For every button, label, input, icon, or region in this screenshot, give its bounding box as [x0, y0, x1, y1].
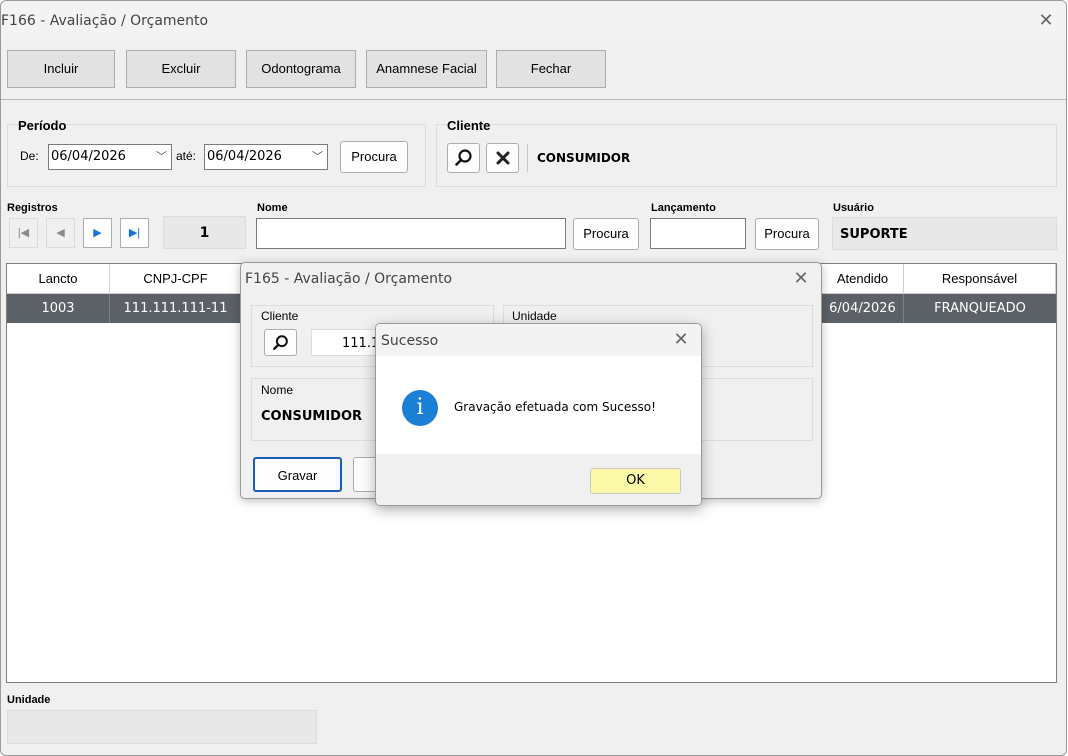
col-header-cnpj[interactable]: CNPJ-CPF [110, 264, 242, 294]
cliente-clear-button[interactable] [486, 143, 519, 173]
chevron-down-icon: ﹀ [312, 150, 323, 163]
cliente-group [436, 124, 1057, 187]
excluir-button[interactable]: Excluir [126, 50, 236, 88]
success-message: Gravação efetuada com Sucesso! [454, 400, 656, 414]
to-date-picker[interactable]: 06/04/2026 ﹀ [204, 144, 328, 170]
prev-icon: ◀ [56, 227, 65, 239]
f165-title: F165 - Avaliação / Orçamento [245, 271, 453, 287]
f165-cliente-label: Cliente [261, 309, 299, 323]
cliente-divider [527, 144, 528, 172]
gravar-button[interactable]: Gravar [253, 457, 342, 492]
info-icon: i [402, 390, 438, 426]
f165-close-button[interactable]: ✕ [786, 268, 816, 289]
nome-label: Nome [257, 202, 288, 214]
next-record-button[interactable]: ▶ [83, 218, 112, 248]
col-header-lancto[interactable]: Lancto [7, 264, 110, 294]
last-record-button[interactable]: ▶| [120, 218, 149, 248]
odontograma-button[interactable]: Odontograma [246, 50, 356, 88]
nome-search-button[interactable]: Procura [573, 218, 639, 250]
f165-nome-value: CONSUMIDOR [261, 409, 363, 424]
last-icon: ▶| [128, 227, 141, 239]
cell-responsavel: FRANQUEADO [904, 294, 1056, 323]
anamnese-facial-button[interactable]: Anamnese Facial [366, 50, 487, 88]
cliente-heading: Cliente [447, 118, 491, 133]
col-header-atendido[interactable]: Atendido [822, 264, 904, 294]
f165-nome-label: Nome [261, 383, 294, 397]
unidade-label: Unidade [7, 694, 51, 706]
success-dialog: Sucesso ✕ i Gravação efetuada com Sucess… [375, 323, 702, 506]
lancamento-label: Lançamento [651, 202, 716, 214]
cell-atendido: 6/04/2026 [822, 294, 904, 323]
registros-label: Registros [7, 202, 58, 214]
from-date-value: 06/04/2026 [51, 149, 126, 164]
cliente-search-button[interactable] [447, 143, 480, 173]
incluir-button[interactable]: Incluir [7, 50, 115, 88]
usuario-value: SUPORTE [832, 217, 1057, 250]
lancamento-input[interactable] [650, 218, 746, 249]
cell-lancto: 1003 [7, 294, 110, 323]
f165-search-button[interactable] [264, 329, 297, 356]
nome-input[interactable] [256, 218, 566, 249]
periodo-search-button[interactable]: Procura [340, 141, 408, 173]
periodo-heading: Período [18, 118, 67, 133]
cliente-name: CONSUMIDOR [537, 151, 631, 165]
from-date-label: De: [20, 149, 39, 163]
to-date-label: até: [176, 149, 197, 163]
first-icon: |◀ [17, 227, 30, 239]
from-date-picker[interactable]: 06/04/2026 ﹀ [48, 144, 172, 170]
success-close-button[interactable]: ✕ [666, 329, 696, 350]
next-icon: ▶ [93, 227, 102, 239]
cell-cnpj: 111.111.111-11 [110, 294, 242, 323]
success-title: Sucesso [381, 333, 439, 349]
close-icon [496, 151, 509, 165]
unidade-field [7, 710, 317, 744]
col-header-responsavel[interactable]: Responsável [904, 264, 1056, 294]
first-record-button[interactable]: |◀ [9, 218, 38, 248]
to-date-value: 06/04/2026 [207, 149, 282, 164]
search-icon [454, 149, 472, 166]
lancamento-search-button[interactable]: Procura [755, 218, 819, 250]
search-icon [272, 335, 288, 351]
chevron-down-icon: ﹀ [156, 150, 167, 163]
prev-record-button[interactable]: ◀ [46, 218, 75, 248]
f165-unidade-label: Unidade [512, 309, 557, 323]
registros-count: 1 [163, 216, 246, 249]
window-title: F166 - Avaliação / Orçamento [1, 13, 209, 29]
toolbar-divider [1, 99, 1066, 100]
usuario-label: Usuário [833, 202, 874, 214]
close-window-button[interactable]: ✕ [1031, 10, 1061, 31]
fechar-button[interactable]: Fechar [496, 50, 606, 88]
ok-button[interactable]: OK [590, 468, 681, 494]
